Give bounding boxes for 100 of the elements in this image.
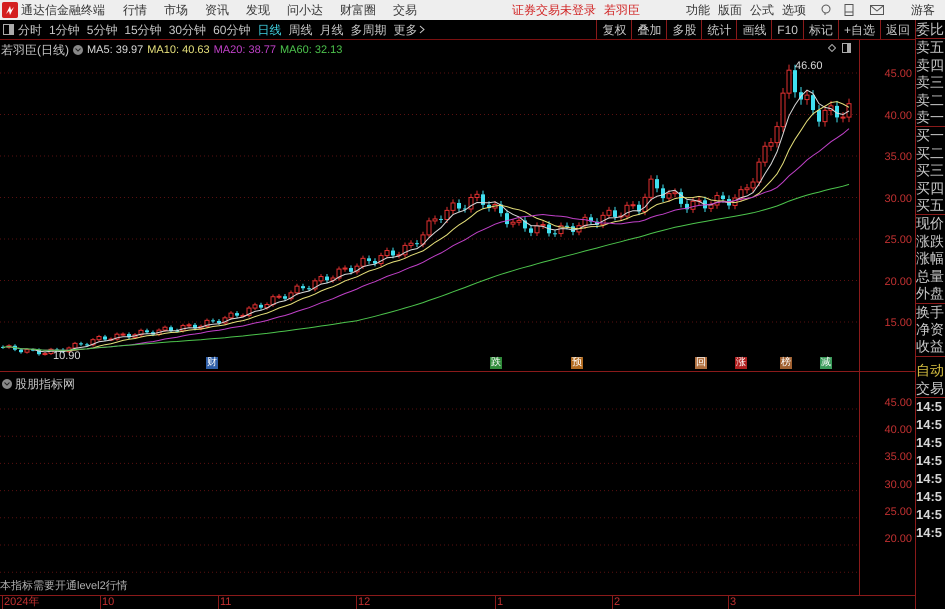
quote-label: 委比 — [916, 21, 945, 38]
axis-label: 1 — [495, 596, 504, 609]
trade-time: 14:5 — [916, 506, 944, 524]
trade-time: 14:5 — [916, 398, 944, 416]
signal-marker: 减 — [820, 357, 832, 369]
period-tab[interactable]: 月线 — [319, 20, 344, 38]
app-title: 通达信金融终端 — [21, 2, 105, 19]
auto-label: 自动 — [916, 360, 945, 379]
axis-label: 30.00 — [884, 192, 912, 206]
period-tab[interactable]: 周线 — [288, 20, 312, 38]
indicator-value: MA20: 38.77 — [214, 42, 276, 58]
panel-toggle-icon[interactable] — [842, 43, 851, 53]
axis-label: 25.00 — [884, 504, 912, 520]
menu-item[interactable]: 发现 — [246, 1, 270, 19]
quote-label: 换手 — [916, 304, 945, 321]
axis-label: 11 — [218, 596, 232, 609]
quote-label: 涨跌 — [916, 232, 945, 250]
quote-label: 买五 — [916, 197, 945, 214]
quote-label: 涨幅 — [916, 250, 945, 268]
period-tab[interactable]: 日线 — [257, 20, 282, 38]
quote-label: 买三 — [916, 162, 945, 180]
quote-label: 外盘 — [916, 285, 945, 302]
trade-time: 14:5 — [916, 452, 944, 470]
axis-label: 12 — [356, 596, 370, 609]
axis-label: 10 — [100, 596, 114, 609]
period-tab[interactable]: 60分钟 — [213, 20, 250, 38]
signal-marker: 跌 — [490, 357, 502, 369]
quote-label: 买一 — [916, 127, 945, 145]
quote-label: 现价 — [916, 215, 945, 233]
chart-title: 若羽臣(日线) — [1, 42, 69, 59]
axis-label: 40.00 — [884, 108, 912, 124]
axis-label: 45.00 — [884, 396, 912, 411]
quote-label: 总量 — [916, 268, 945, 286]
axis-label: 2024年 — [2, 596, 40, 609]
menu-item[interactable]: 功能 — [686, 1, 710, 19]
period-tab[interactable]: 5分钟 — [86, 20, 118, 38]
period-tab[interactable]: 更多 — [393, 20, 426, 38]
stock-name: 若羽臣 — [604, 2, 640, 19]
signal-marker: 榜 — [780, 357, 792, 369]
axis-label: 20.00 — [884, 274, 912, 290]
period-tab[interactable]: 多周期 — [350, 20, 386, 38]
period-tab[interactable]: 30分钟 — [168, 20, 206, 38]
quote-label: 卖三 — [916, 74, 945, 92]
quote-label: 收益 — [916, 338, 945, 356]
signal-marker: 预 — [571, 357, 583, 369]
quote-label: 卖一 — [916, 109, 945, 126]
indicator-value: MA60: 32.13 — [280, 42, 342, 58]
quote-label: 卖四 — [916, 56, 945, 74]
trade-time: 14:5 — [916, 524, 944, 542]
quote-label: 买二 — [916, 144, 945, 162]
signal-marker: 涨 — [735, 357, 747, 369]
notice-text: 本指标需要开通level2行情 — [0, 578, 128, 594]
menu-item[interactable]: 市场 — [164, 1, 188, 19]
signal-marker: 财 — [206, 357, 218, 369]
axis-label: 2 — [612, 596, 620, 609]
indicator-value: MA5: 39.97 — [87, 42, 144, 58]
user-name[interactable]: 游客 — [911, 1, 935, 19]
mail-icon[interactable] — [870, 5, 884, 15]
axis-label: 20.00 — [884, 532, 912, 547]
axis-label: 15.00 — [884, 316, 912, 331]
period-tab[interactable]: 15分钟 — [124, 20, 162, 38]
menu-item[interactable]: 行情 — [123, 1, 147, 19]
quote-label: 净资 — [916, 320, 945, 338]
axis-label: 25.00 — [884, 233, 912, 248]
app-logo-icon — [2, 2, 18, 18]
trade-time: 14:5 — [916, 488, 944, 506]
trade-label: 交易 — [916, 378, 945, 397]
menu-item[interactable]: 选项 — [782, 1, 806, 19]
phone-icon[interactable] — [844, 4, 854, 16]
trade-time: 14:5 — [916, 416, 944, 434]
period-tab[interactable]: 分时 — [18, 20, 42, 38]
login-status[interactable]: 证券交易未登录 — [512, 1, 596, 19]
trade-time: 14:5 — [916, 434, 944, 452]
axis-label: 30.00 — [884, 478, 912, 493]
high-price-label: 46.60 — [795, 59, 823, 74]
axis-label: 35.00 — [884, 450, 912, 466]
axis-label: 3 — [728, 596, 736, 609]
menu-item[interactable]: 资讯 — [205, 1, 229, 19]
menu-item[interactable]: 财富圈 — [340, 1, 376, 19]
low-price-label: 10.90 — [53, 349, 81, 364]
signal-marker: 回 — [695, 357, 707, 369]
quote-label: 卖五 — [916, 39, 945, 57]
menu-item[interactable]: 版面 — [718, 1, 742, 19]
trade-time: 14:5 — [916, 470, 944, 488]
chevron-right-icon — [419, 25, 426, 34]
quote-label: 买四 — [916, 180, 945, 198]
axis-label: 40.00 — [884, 423, 912, 438]
menu-item[interactable]: 交易 — [393, 1, 417, 19]
panel-toggle-icon[interactable] — [3, 24, 14, 35]
indicator-title: 股朋指标网 — [15, 376, 75, 393]
dropdown-icon[interactable] — [2, 379, 12, 389]
period-tab[interactable]: 1分钟 — [49, 20, 80, 38]
quote-label: 卖二 — [916, 92, 945, 110]
menu-item[interactable]: 公式 — [750, 1, 774, 19]
indicator-value: MA10: 40.63 — [147, 42, 210, 58]
dropdown-icon[interactable] — [73, 45, 83, 55]
diamond-icon[interactable] — [828, 44, 836, 52]
axis-label: 35.00 — [884, 150, 912, 165]
axis-label: 45.00 — [884, 67, 912, 82]
menu-item[interactable]: 问小达 — [287, 1, 323, 19]
